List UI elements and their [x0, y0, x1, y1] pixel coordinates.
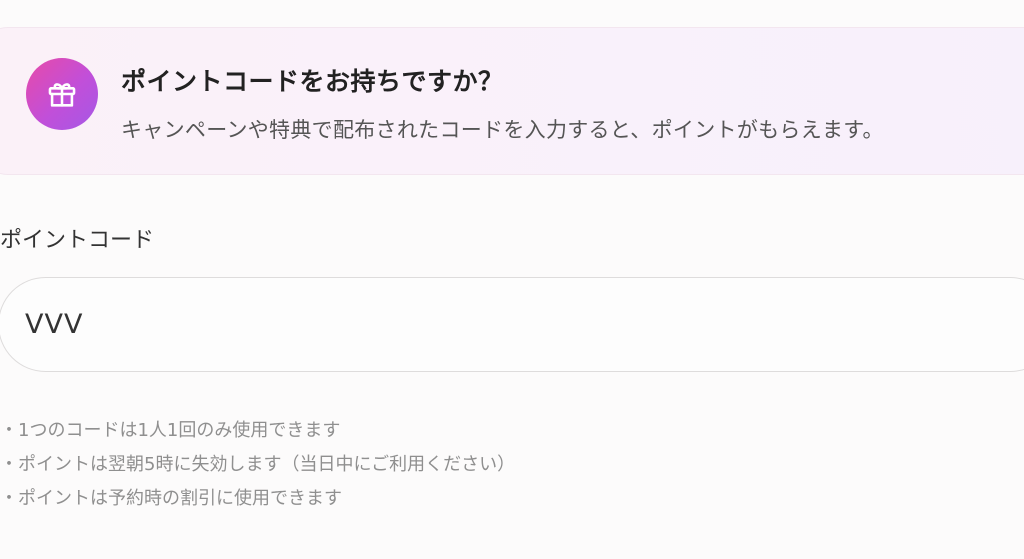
note-item: ・ポイントは翌朝5時に失効します（当日中にご利用ください） — [0, 454, 516, 475]
notes-list: ・1つのコードは1人1回のみ使用できます ・ポイントは翌朝5時に失効します（当日… — [0, 417, 515, 519]
point-code-input[interactable] — [25, 296, 925, 352]
point-code-label: ポイントコード — [0, 228, 155, 253]
banner-description: キャンペーンや特典で配布されたコードを入力すると、ポイントがもらえます。 — [121, 118, 884, 142]
point-code-field[interactable] — [0, 277, 1024, 372]
banner-title: ポイントコードをお持ちですか？ — [121, 67, 504, 96]
point-code-banner — [0, 27, 1024, 175]
note-item: ・1つのコードは1人1回のみ使用できます — [0, 420, 341, 441]
gift-icon — [26, 58, 98, 130]
note-item: ・ポイントは予約時の割引に使用できます — [0, 488, 342, 509]
